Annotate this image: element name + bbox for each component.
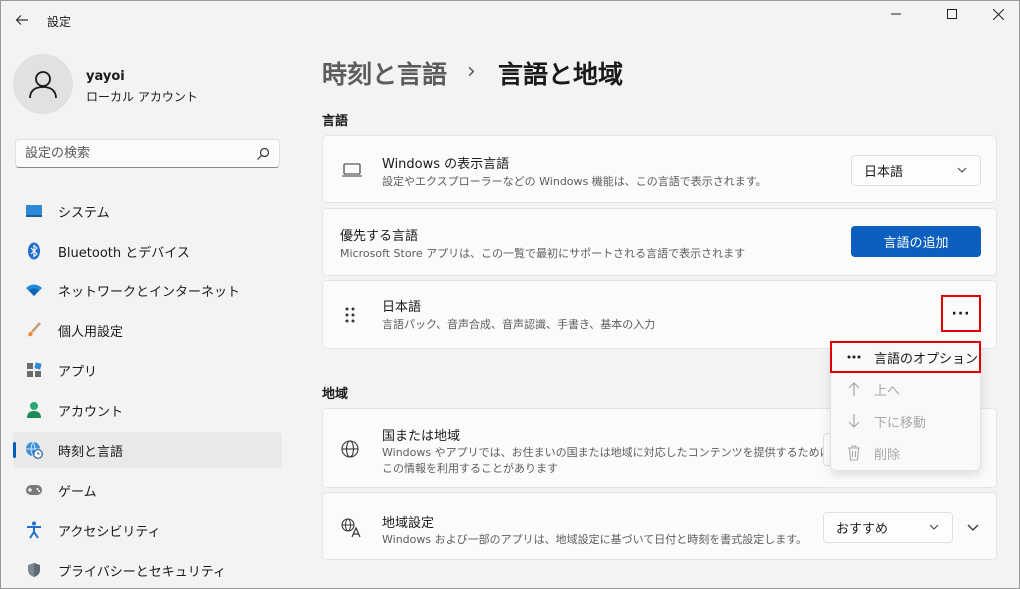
menu-item-move-up[interactable]: 上へ [846,378,900,400]
selection-indicator [13,442,16,458]
more-icon [846,349,862,365]
menu-item-language-options[interactable]: 言語のオプション [846,346,978,368]
sidebar-item-label: アプリ [58,364,98,380]
chevron-down-icon [929,524,939,530]
sidebar-item-label: Bluetooth とデバイス [58,245,190,261]
search-icon[interactable] [255,146,271,162]
drag-handle-icon[interactable] [345,307,355,323]
display-language-card: Windows の表示言語 設定やエクスプローラーなどの Windows 機能は… [322,135,997,203]
sidebar-item-apps[interactable]: アプリ [13,352,282,388]
maximize-button[interactable] [929,1,975,27]
sidebar-item-label: アカウント [58,404,124,420]
minimize-icon [891,13,901,15]
window-title: 設定 [47,15,72,29]
add-language-button[interactable]: 言語の追加 [851,226,981,257]
menu-item-label: 上へ [874,383,901,399]
apps-icon [25,361,43,379]
sidebar-item-personalization[interactable]: 個人用設定 [13,312,282,348]
regional-format-dropdown[interactable]: おすすめ [823,512,953,543]
maximize-icon [947,9,957,19]
sidebar-item-gaming[interactable]: ゲーム [13,472,282,508]
search-box[interactable] [15,139,280,168]
sidebar-item-system[interactable]: システム [13,193,282,229]
menu-item-move-down[interactable]: 下に移動 [846,410,926,432]
menu-item-label: 下に移動 [874,415,927,431]
menu-item-label: 言語のオプション [874,351,979,367]
sidebar-item-accessibility[interactable]: アクセシビリティ [13,512,282,548]
preferred-language-description: Microsoft Store アプリは、この一覧で最初にサポートされる言語で表… [340,247,746,260]
sidebar-item-network[interactable]: ネットワークとインターネット [13,272,282,308]
regional-format-description: Windows および一部のアプリは、地域設定に基づいて日付と時刻を書式設定しま… [382,533,808,546]
country-region-description-line1: Windows やアプリでは、お住まいの国または地域に対応したコンテンツを提供す… [382,446,842,459]
dropdown-value: おすすめ [836,522,889,537]
menu-item-remove[interactable]: 削除 [846,442,900,464]
sidebar-item-label: 時刻と言語 [58,444,124,460]
section-heading-language: 言語 [322,114,349,129]
user-icon [29,71,57,99]
page-title: 言語と地域 [498,60,624,89]
account-type: ローカル アカウント [86,90,198,104]
japanese-language-card[interactable]: 日本語 言語パック、音声合成、音声認識、手書き、基本の入力 [322,280,997,349]
regional-format-card[interactable]: 地域設定 Windows および一部のアプリは、地域設定に基づいて日付と時刻を書… [322,492,997,560]
trash-icon [846,445,862,461]
globe-clock-icon [25,441,43,459]
search-input[interactable] [16,140,250,167]
section-heading-region: 地域 [322,387,349,402]
sidebar-item-label: ネットワークとインターネット [58,284,241,300]
wifi-icon [25,281,43,299]
breadcrumb-parent[interactable]: 時刻と言語 [322,55,447,91]
sidebar-item-time-language[interactable]: 時刻と言語 [13,432,282,468]
sidebar-item-label: プライバシーとセキュリティ [58,564,226,580]
breadcrumb-separator: › [467,59,476,84]
sidebar-item-label: ゲーム [58,484,97,500]
chevron-down-icon [957,167,967,173]
sidebar-item-label: システム [58,205,110,221]
menu-item-label: 削除 [874,447,901,463]
globe-icon [341,440,359,458]
minimize-button[interactable] [873,1,919,27]
more-options-button[interactable]: ··· [941,295,981,332]
display-language-title: Windows の表示言語 [382,157,510,172]
bluetooth-icon [25,242,43,260]
display-language-description: 設定やエクスプローラーなどの Windows 機能は、この言語で表示されます。 [382,175,767,188]
close-button[interactable] [975,1,1019,27]
preferred-language-title: 優先する言語 [340,229,419,244]
back-arrow-icon [15,15,28,25]
sidebar-item-accounts[interactable]: アカウント [13,392,282,428]
regional-format-title: 地域設定 [382,516,435,531]
arrow-up-icon [846,381,862,397]
person-icon [25,401,43,419]
close-icon [992,8,1004,20]
accessibility-icon [25,521,43,539]
sidebar-item-privacy[interactable]: プライバシーとセキュリティ [13,552,282,588]
display-language-dropdown[interactable]: 日本語 [851,155,981,186]
dropdown-value: 日本語 [864,165,904,180]
brush-icon [25,321,43,339]
sidebar-item-bluetooth[interactable]: Bluetooth とデバイス [13,233,282,269]
sidebar-item-label: アクセシビリティ [58,524,161,540]
settings-window: 設定 yayoi ローカル アカウント システム Bluetooth とデバイス… [0,0,1020,589]
regional-format-icon [341,518,361,538]
back-button[interactable] [11,9,33,31]
gamepad-icon [25,481,43,499]
japanese-language-title: 日本語 [382,300,422,315]
user-name: yayoi [86,69,125,84]
sidebar-item-label: 個人用設定 [58,324,124,340]
country-region-description-line2: この情報を利用することがあります [382,462,558,475]
country-region-title: 国または地域 [382,429,461,444]
shield-icon [25,561,43,579]
expand-chevron-icon[interactable] [966,520,980,534]
laptop-icon [342,163,362,177]
arrow-down-icon [846,413,862,429]
japanese-language-description: 言語パック、音声合成、音声認識、手書き、基本の入力 [382,318,656,331]
avatar[interactable] [13,54,73,114]
monitor-icon [25,202,43,220]
